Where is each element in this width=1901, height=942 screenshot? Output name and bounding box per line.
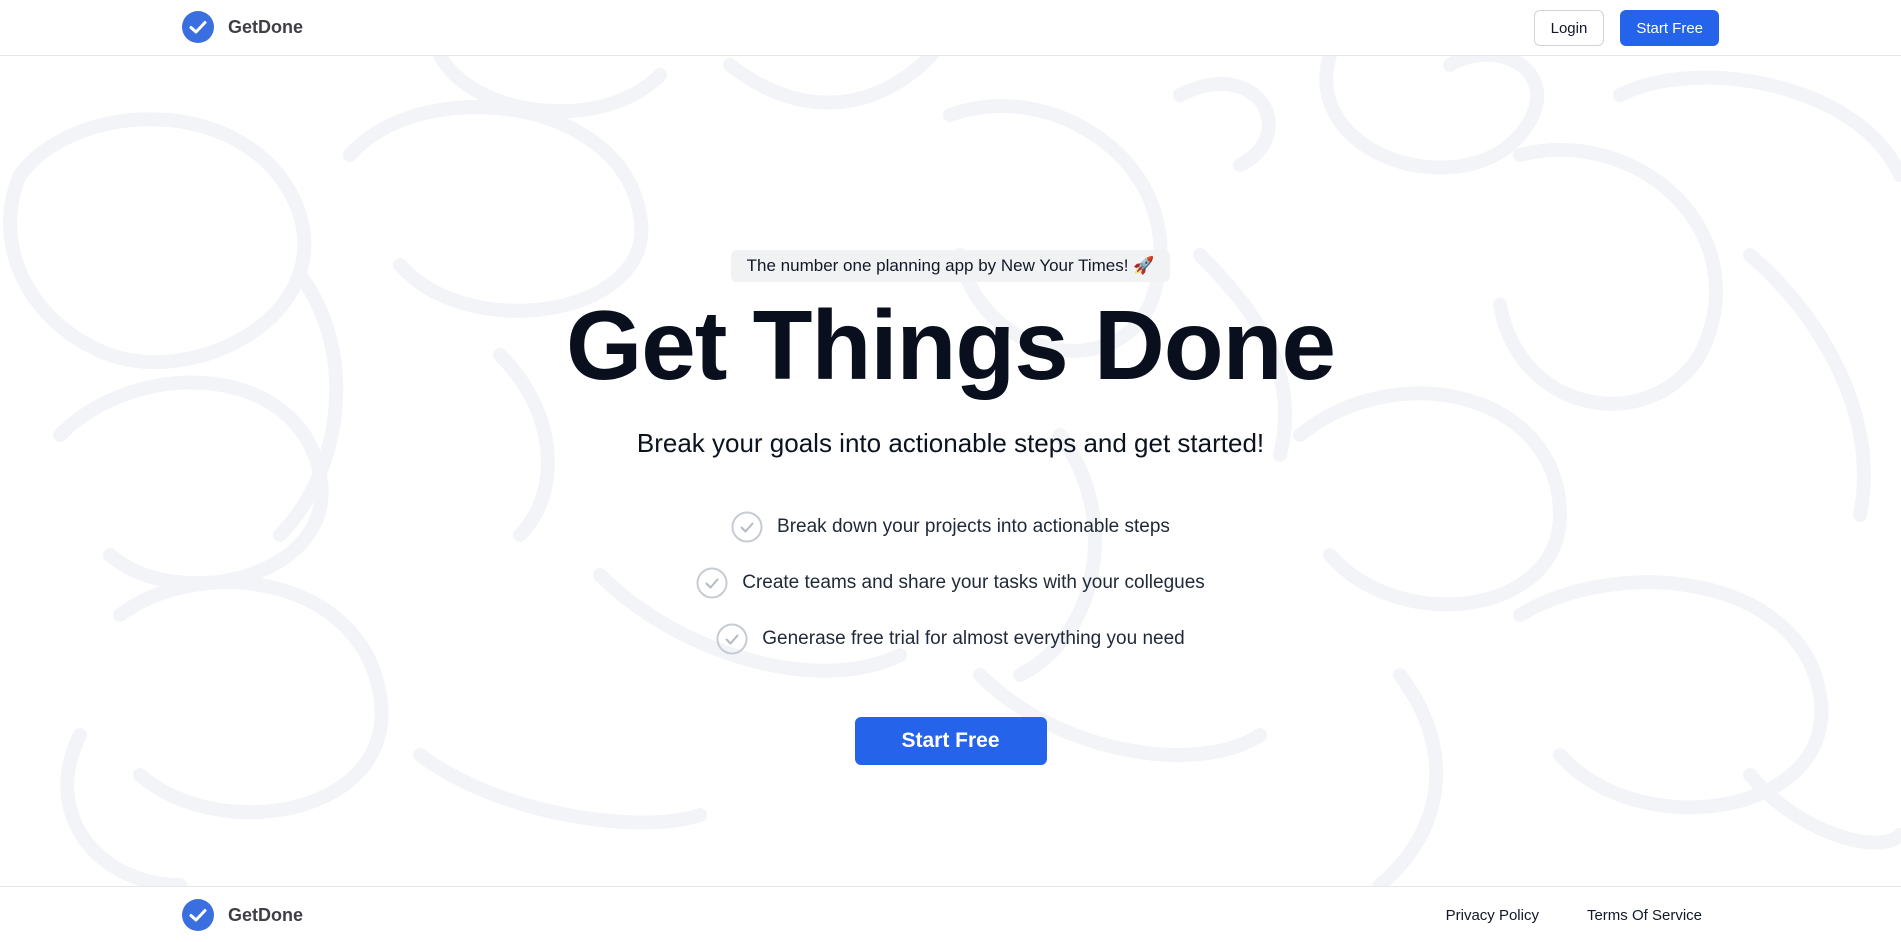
feature-item: Break down your projects into actionable… <box>731 511 1170 543</box>
check-circle-outline-icon <box>731 511 763 543</box>
terms-of-service-link[interactable]: Terms Of Service <box>1587 907 1702 924</box>
feature-item: Create teams and share your tasks with y… <box>696 567 1205 599</box>
brand-name: GetDone <box>228 16 304 37</box>
brand[interactable]: GetDone <box>182 11 303 43</box>
footer-links: Privacy Policy Terms Of Service <box>1446 907 1702 924</box>
footer-brand[interactable]: GetDone <box>182 899 303 931</box>
start-free-button-header[interactable]: Start Free <box>1620 10 1719 46</box>
hero-subtitle: Break your goals into actionable steps a… <box>636 428 1265 458</box>
check-circle-icon <box>182 11 214 43</box>
privacy-policy-link[interactable]: Privacy Policy <box>1446 907 1539 924</box>
feature-text: Generase free trial for almost everythin… <box>762 628 1185 649</box>
landing-page: GetDone Login Start Free The number one … <box>0 0 1901 942</box>
start-free-button-hero[interactable]: Start Free <box>854 717 1047 765</box>
footer-brand-name: GetDone <box>228 904 304 925</box>
feature-list: Break down your projects into actionable… <box>696 511 1205 655</box>
login-button[interactable]: Login <box>1533 10 1605 46</box>
feature-text: Break down your projects into actionable… <box>777 516 1170 537</box>
check-circle-outline-icon <box>716 623 748 655</box>
nav-actions: Login Start Free <box>1533 10 1719 46</box>
hero-title: Get Things Done <box>566 290 1336 400</box>
check-circle-icon <box>182 899 214 931</box>
announcement-badge: The number one planning app by New Your … <box>730 250 1171 282</box>
check-circle-outline-icon <box>696 567 728 599</box>
top-navbar: GetDone Login Start Free <box>0 0 1901 56</box>
feature-item: Generase free trial for almost everythin… <box>716 623 1185 655</box>
footer: GetDone Privacy Policy Terms Of Service <box>0 886 1901 942</box>
feature-text: Create teams and share your tasks with y… <box>742 572 1205 593</box>
hero-section: The number one planning app by New Your … <box>0 250 1901 765</box>
